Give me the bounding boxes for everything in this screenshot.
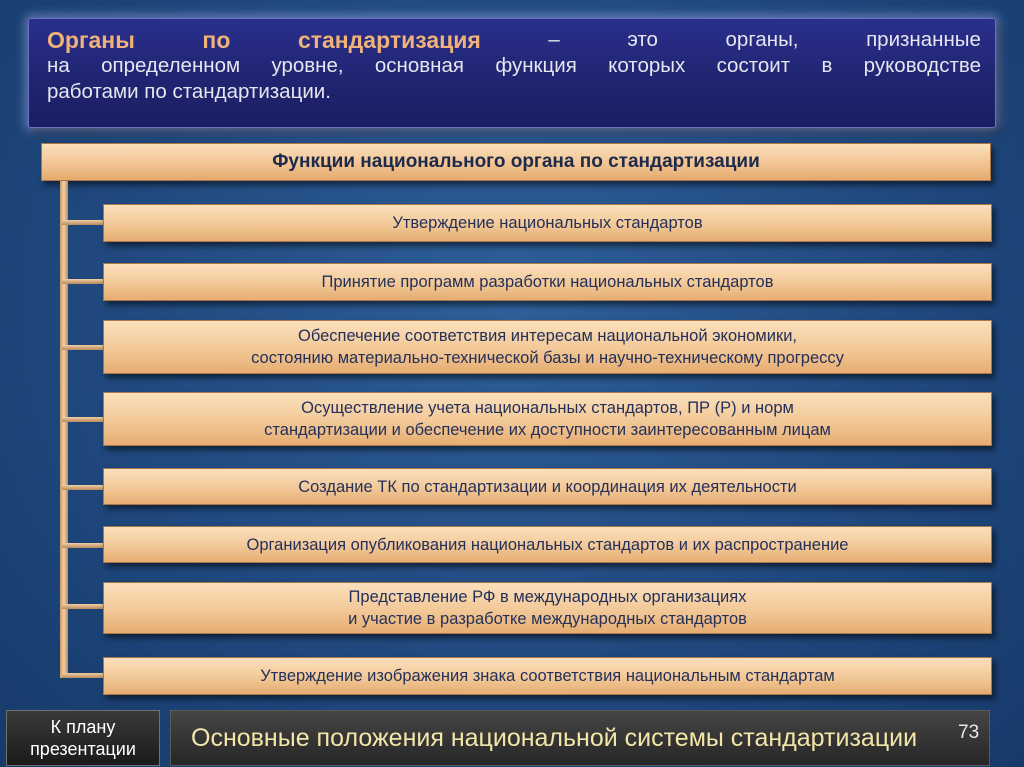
function-box-6: Организация опубликования национальных с… bbox=[103, 526, 992, 563]
tree-branch-connector bbox=[62, 279, 104, 284]
footer-title: Основные положения национальной системы … bbox=[191, 723, 918, 752]
tree-branch-connector bbox=[62, 485, 104, 490]
function-box-1: Утверждение национальных стандартов bbox=[103, 204, 992, 242]
definition-word: функция bbox=[495, 54, 577, 77]
definition-line-2: на определенном уровне, основная функция… bbox=[47, 53, 981, 79]
tree-branch-connector bbox=[62, 604, 104, 609]
tree-branch-connector bbox=[62, 220, 104, 225]
definition-text: работами по стандартизации. bbox=[47, 80, 331, 103]
definition-word: руководстве bbox=[863, 54, 981, 77]
definition-word: определенном bbox=[101, 54, 241, 77]
functions-heading: Функции национального органа по стандарт… bbox=[41, 143, 991, 181]
function-box-5: Создание ТК по стандартизации и координа… bbox=[103, 468, 992, 505]
function-text: Осуществление учета национальных стандар… bbox=[264, 399, 831, 439]
tree-branch-connector bbox=[62, 417, 104, 422]
tree-branch-connector bbox=[62, 543, 104, 548]
tree-branch-connector bbox=[62, 673, 104, 678]
definition-box: Органы по стандартизация – это органы, п… bbox=[28, 18, 996, 128]
function-text: Обеспечение соответствия интересам нацио… bbox=[251, 327, 844, 367]
definition-word: – bbox=[548, 28, 560, 51]
functions-heading-text: Функции национального органа по стандарт… bbox=[272, 151, 760, 172]
definition-word: состоит bbox=[716, 54, 791, 77]
definition-word: на bbox=[47, 54, 70, 77]
function-box-3: Обеспечение соответствия интересам нацио… bbox=[103, 320, 992, 374]
definition-word: уровне, bbox=[271, 54, 344, 77]
page-number: 73 bbox=[958, 722, 980, 743]
function-text: Представление РФ в международных организ… bbox=[348, 588, 747, 628]
definition-term-po: по bbox=[202, 27, 231, 53]
back-to-plan-line-1: К плану bbox=[50, 717, 116, 737]
function-box-2: Принятие программ разработки национальны… bbox=[103, 263, 992, 301]
function-box-7: Представление РФ в международных организ… bbox=[103, 582, 992, 634]
definition-line-1: Органы по стандартизация – это органы, п… bbox=[47, 27, 981, 53]
function-text: Создание ТК по стандартизации и координа… bbox=[298, 477, 797, 496]
function-text: Организация опубликования национальных с… bbox=[246, 535, 849, 554]
definition-word: органы, bbox=[725, 28, 799, 51]
definition-word: это bbox=[627, 28, 658, 51]
back-to-plan-line-2: презентации bbox=[30, 739, 136, 759]
tree-branch-connector bbox=[62, 345, 104, 350]
definition-word: признанные bbox=[866, 28, 981, 51]
function-text: Принятие программ разработки национальны… bbox=[321, 273, 774, 291]
definition-word: которых bbox=[608, 54, 686, 77]
back-to-plan-button[interactable]: К плану презентации bbox=[6, 710, 160, 766]
function-box-8: Утверждение изображения знака соответств… bbox=[103, 657, 992, 695]
definition-term-standartizatsiya: стандартизация bbox=[297, 27, 481, 53]
definition-term-organy: Органы bbox=[47, 27, 135, 53]
definition-line-3: работами по стандартизации. bbox=[47, 79, 981, 105]
function-text: Утверждение изображения знака соответств… bbox=[260, 667, 835, 685]
function-text: Утверждение национальных стандартов bbox=[392, 214, 703, 232]
definition-word: основная bbox=[374, 54, 464, 77]
definition-word: в bbox=[821, 54, 833, 77]
footer-title-bar: Основные положения национальной системы … bbox=[170, 710, 990, 766]
function-box-4: Осуществление учета национальных стандар… bbox=[103, 392, 992, 446]
